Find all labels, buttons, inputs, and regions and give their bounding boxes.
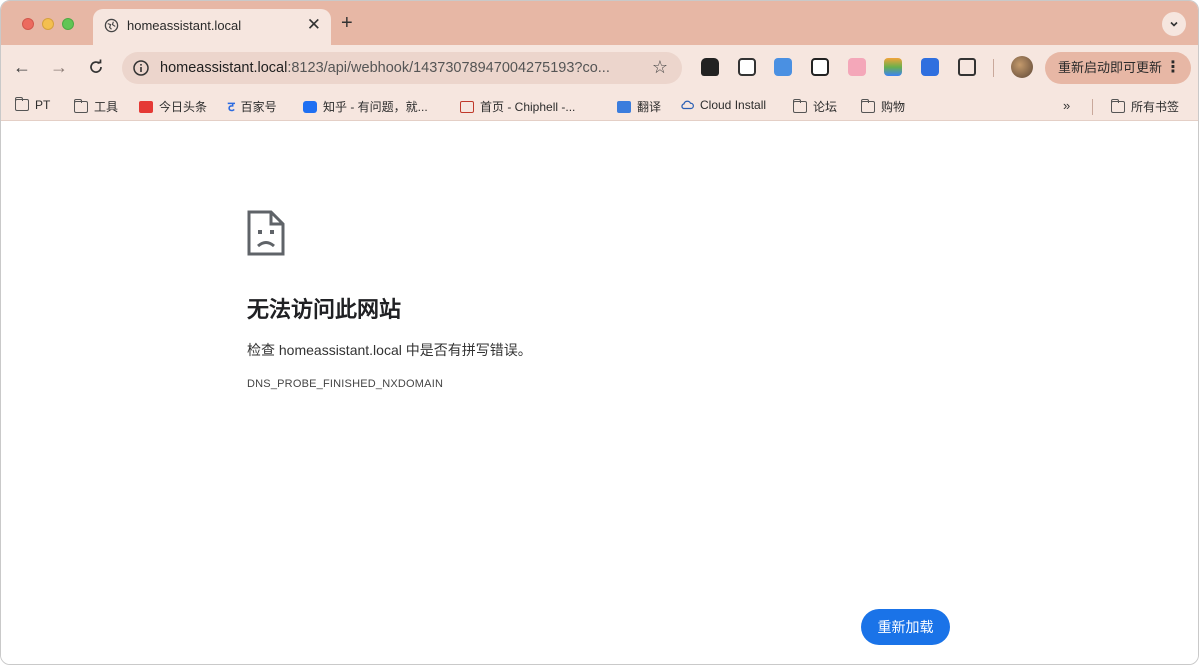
zoom-window-button[interactable] xyxy=(62,18,74,30)
folder-icon xyxy=(15,97,29,111)
bookmarks-divider xyxy=(1092,99,1093,115)
folder-icon xyxy=(861,98,875,113)
close-tab-icon[interactable]: ✕ xyxy=(307,15,321,35)
chiphell-icon xyxy=(460,100,474,113)
bookmark-cloud-install[interactable]: Cloud Install xyxy=(680,98,766,112)
crop-extension-icon[interactable] xyxy=(811,58,829,76)
all-bookmarks-button[interactable]: 所有书签 xyxy=(1111,98,1179,115)
tab-strip: homeassistant.local ✕ + xyxy=(1,1,1198,45)
bitwarden-extension-icon[interactable] xyxy=(738,58,756,76)
reload-icon xyxy=(90,59,102,73)
bookmarks-overflow-button[interactable]: » xyxy=(1063,98,1070,113)
new-tab-button[interactable]: + xyxy=(341,11,353,35)
translate-d-extension-icon[interactable] xyxy=(921,58,939,76)
bookmark-toutiao[interactable]: 今日头条 xyxy=(139,98,207,115)
bookmark-folder-forum[interactable]: 论坛 xyxy=(793,98,837,115)
bookmark-label: 知乎 - 有问题，就... xyxy=(323,100,428,114)
bookmark-label: 翻译 xyxy=(637,100,662,114)
reload-page-button[interactable]: 重新加载 xyxy=(861,609,950,645)
sad-page-icon xyxy=(247,210,285,256)
layers-extension-icon[interactable] xyxy=(884,58,902,76)
browser-window: homeassistant.local ✕ + ← → homeassistan… xyxy=(0,0,1199,665)
bookmark-label: Cloud Install xyxy=(700,98,767,112)
bilibili-extension-icon[interactable] xyxy=(848,58,866,76)
error-code: DNS_PROBE_FINISHED_NXDOMAIN xyxy=(247,378,444,390)
error-title: 无法访问此网站 xyxy=(247,297,402,322)
profile-avatar[interactable] xyxy=(1011,56,1033,78)
site-info-icon[interactable] xyxy=(132,59,150,77)
bookmark-zhihu[interactable]: 知乎 - 有问题，就... xyxy=(303,98,428,115)
bookmark-label: PT xyxy=(35,98,51,112)
menu-icon[interactable]: ⋮ xyxy=(1165,52,1181,84)
folder-icon xyxy=(793,98,807,113)
bookmark-chiphell[interactable]: 首页 - Chiphell -... xyxy=(460,98,575,115)
bookmarks-bar: PT 工具 今日头条 ट 百家号 知乎 - 有问题，就... 首页 - Chip… xyxy=(1,91,1198,121)
bookmark-label: 论坛 xyxy=(813,100,838,114)
toolbar-divider xyxy=(993,59,994,77)
reload-button[interactable] xyxy=(83,54,109,80)
bookmark-folder-pt[interactable]: PT xyxy=(15,97,51,112)
folder-icon xyxy=(1111,98,1125,113)
chevron-down-icon xyxy=(1170,21,1178,27)
bookmark-label: 工具 xyxy=(94,100,119,114)
bookmark-label: 今日头条 xyxy=(159,100,208,114)
active-tab[interactable]: homeassistant.local ✕ xyxy=(93,9,331,45)
bookmark-baijiahao[interactable]: ट 百家号 xyxy=(228,98,277,115)
screenshot-extension-icon[interactable] xyxy=(774,58,792,76)
ghost-extension-icon[interactable] xyxy=(701,58,719,76)
update-button[interactable]: 重新启动即可更新 ⋮ xyxy=(1045,52,1191,84)
puzzle-extensions-icon[interactable] xyxy=(958,58,976,76)
address-bar[interactable]: homeassistant.local:8123/api/webhook/143… xyxy=(122,52,682,84)
error-page: 无法访问此网站 检查 homeassistant.local 中是否有拼写错误。… xyxy=(1,122,1198,664)
folder-icon xyxy=(74,98,88,113)
bookmark-star-icon[interactable]: ☆ xyxy=(652,57,668,78)
all-bookmarks-label: 所有书签 xyxy=(1131,100,1180,114)
bookmark-label: 购物 xyxy=(881,100,906,114)
tab-search-button[interactable] xyxy=(1162,12,1186,36)
close-window-button[interactable] xyxy=(22,18,34,30)
globe-icon xyxy=(104,18,119,33)
tab-title: homeassistant.local xyxy=(127,18,242,33)
bookmark-folder-tools[interactable]: 工具 xyxy=(74,98,118,115)
url-text[interactable]: homeassistant.local:8123/api/webhook/143… xyxy=(160,60,650,76)
error-detail: 检查 homeassistant.local 中是否有拼写错误。 xyxy=(247,342,532,358)
url-path: :8123/api/webhook/14373078947004275193?c… xyxy=(287,60,610,76)
bookmark-translate[interactable]: 翻译 xyxy=(617,98,661,115)
url-host: homeassistant.local xyxy=(160,60,288,76)
cloud-icon xyxy=(681,100,694,110)
minimize-window-button[interactable] xyxy=(42,18,54,30)
bookmark-label: 百家号 xyxy=(240,100,277,114)
toutiao-icon xyxy=(139,100,153,113)
toolbar: ← → homeassistant.local:8123/api/webhook… xyxy=(1,45,1198,91)
translate-icon xyxy=(617,100,631,113)
bookmark-label: 首页 - Chiphell -... xyxy=(480,100,576,114)
update-label: 重新启动即可更新 xyxy=(1058,60,1163,75)
zhihu-icon xyxy=(303,100,317,113)
baijiahao-icon: ट xyxy=(228,98,235,114)
back-button[interactable]: ← xyxy=(9,54,35,80)
forward-button[interactable]: → xyxy=(46,54,72,80)
bookmark-folder-shopping[interactable]: 购物 xyxy=(861,98,905,115)
